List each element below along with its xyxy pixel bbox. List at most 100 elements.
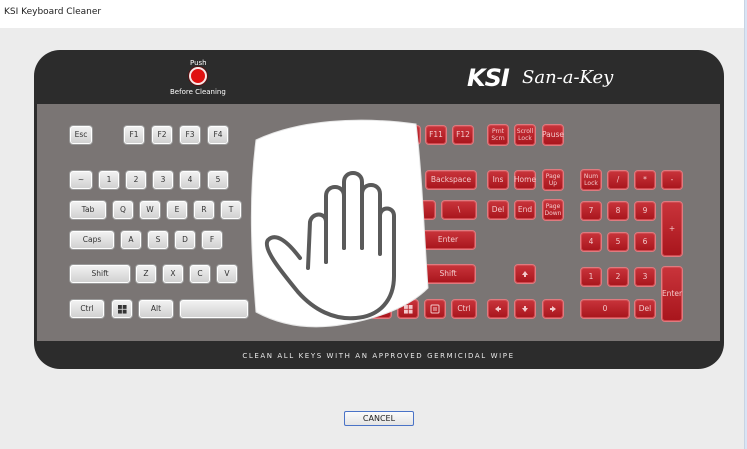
- key-e[interactable]: E: [166, 200, 188, 220]
- key-w[interactable]: W: [139, 200, 161, 220]
- key-np8[interactable]: 8: [607, 201, 629, 221]
- key-label: ~: [77, 175, 85, 184]
- key-bslash[interactable]: \: [441, 200, 477, 220]
- key-label: Home: [513, 175, 537, 184]
- key-label: 9: [642, 206, 648, 215]
- key-np6[interactable]: 6: [634, 232, 656, 252]
- key-r[interactable]: R: [193, 200, 215, 220]
- key-label: V: [224, 269, 230, 278]
- key-np3[interactable]: 3: [634, 267, 656, 287]
- key-lalt[interactable]: Alt: [138, 299, 174, 319]
- key-np-enter[interactable]: Enter: [661, 266, 683, 322]
- key-esc[interactable]: Esc: [69, 125, 93, 145]
- key-f[interactable]: F: [201, 230, 223, 250]
- key-np9[interactable]: 9: [634, 201, 656, 221]
- key-np1[interactable]: 1: [580, 267, 602, 287]
- key-label: F3: [185, 130, 195, 139]
- key-np-sub[interactable]: -: [661, 170, 683, 190]
- key-label: A: [128, 235, 134, 244]
- key-label: S: [155, 235, 161, 244]
- key-numlk[interactable]: Num Lock: [580, 169, 602, 191]
- key-d[interactable]: D: [174, 230, 196, 250]
- key-tilde[interactable]: ~: [69, 170, 93, 190]
- key-label: 8: [615, 206, 621, 215]
- key-label: D: [182, 235, 188, 244]
- key-x[interactable]: X: [162, 264, 184, 284]
- key-label: *: [643, 175, 647, 184]
- key-label: F: [209, 235, 215, 244]
- key-n2[interactable]: 2: [125, 170, 147, 190]
- key-np4[interactable]: 4: [580, 232, 602, 252]
- key-end[interactable]: End: [514, 200, 536, 220]
- key-np0[interactable]: 0: [580, 299, 630, 319]
- key-home[interactable]: Home: [514, 170, 536, 190]
- key-label: Page Up: [545, 173, 561, 187]
- key-label: Ins: [492, 175, 504, 184]
- key-tab[interactable]: Tab: [69, 200, 107, 220]
- key-f12[interactable]: F12: [452, 125, 474, 145]
- push-label: Push: [190, 59, 207, 67]
- instruction-text: CLEAN ALL KEYS WITH AN APPROVED GERMICID…: [242, 352, 515, 360]
- key-lctrl[interactable]: Ctrl: [69, 299, 105, 319]
- key-label: 1: [106, 175, 112, 184]
- key-f3[interactable]: F3: [179, 125, 201, 145]
- key-np-add[interactable]: +: [661, 201, 683, 257]
- key-down[interactable]: [514, 299, 536, 319]
- key-n1[interactable]: 1: [98, 170, 120, 190]
- key-np7[interactable]: 7: [580, 201, 602, 221]
- key-n5[interactable]: 5: [207, 170, 229, 190]
- key-label: Num Lock: [583, 173, 599, 187]
- key-label: End: [517, 205, 533, 214]
- key-pgdn[interactable]: Page Down: [542, 199, 564, 221]
- cancel-button[interactable]: CANCEL: [344, 411, 414, 426]
- key-label: F12: [456, 130, 470, 139]
- key-right[interactable]: [542, 299, 564, 319]
- key-lshift[interactable]: Shift: [69, 264, 131, 284]
- key-label: F2: [157, 130, 167, 139]
- key-n3[interactable]: 3: [152, 170, 174, 190]
- key-pgup[interactable]: Page Up: [542, 169, 564, 191]
- key-label: Shift: [91, 269, 109, 278]
- key-del[interactable]: Del: [487, 200, 509, 220]
- key-s[interactable]: S: [147, 230, 169, 250]
- key-np-del[interactable]: Del: [634, 299, 656, 319]
- key-lwin[interactable]: [111, 299, 133, 319]
- key-ins[interactable]: Ins: [487, 170, 509, 190]
- key-np2[interactable]: 2: [607, 267, 629, 287]
- key-label: Scroll Lock: [516, 128, 534, 142]
- key-label: 0: [602, 304, 608, 313]
- key-label: Esc: [74, 130, 88, 139]
- key-scrlk[interactable]: Scroll Lock: [514, 124, 536, 146]
- key-prtsc[interactable]: Prnt Scrn: [487, 124, 509, 146]
- key-label: Z: [143, 269, 149, 278]
- key-rctrl[interactable]: Ctrl: [451, 299, 477, 319]
- key-np-mul[interactable]: *: [634, 170, 656, 190]
- key-label: 5: [615, 237, 621, 246]
- key-f4[interactable]: F4: [207, 125, 229, 145]
- key-label: Del: [491, 205, 505, 214]
- key-n4[interactable]: 4: [179, 170, 201, 190]
- key-pause[interactable]: Pause: [542, 124, 564, 146]
- key-a[interactable]: A: [120, 230, 142, 250]
- key-label: X: [170, 269, 176, 278]
- key-label: 7: [588, 206, 594, 215]
- key-label: C: [197, 269, 203, 278]
- key-label: 5: [215, 175, 221, 184]
- key-caps[interactable]: Caps: [69, 230, 115, 250]
- logo-san-a-key-text: San-a-Key: [522, 67, 614, 88]
- key-up[interactable]: [514, 264, 536, 284]
- key-c[interactable]: C: [189, 264, 211, 284]
- key-f1[interactable]: F1: [123, 125, 145, 145]
- key-label: 4: [187, 175, 193, 184]
- key-v[interactable]: V: [216, 264, 238, 284]
- key-label: 6: [642, 237, 648, 246]
- push-before-cleaning-button[interactable]: [189, 67, 207, 85]
- key-q[interactable]: Q: [112, 200, 134, 220]
- window-title: KSI Keyboard Cleaner: [4, 7, 102, 17]
- key-f2[interactable]: F2: [151, 125, 173, 145]
- key-z[interactable]: Z: [135, 264, 157, 284]
- key-label: Pause: [541, 130, 565, 139]
- key-left[interactable]: [487, 299, 509, 319]
- key-np5[interactable]: 5: [607, 232, 629, 252]
- key-np-div[interactable]: /: [607, 170, 629, 190]
